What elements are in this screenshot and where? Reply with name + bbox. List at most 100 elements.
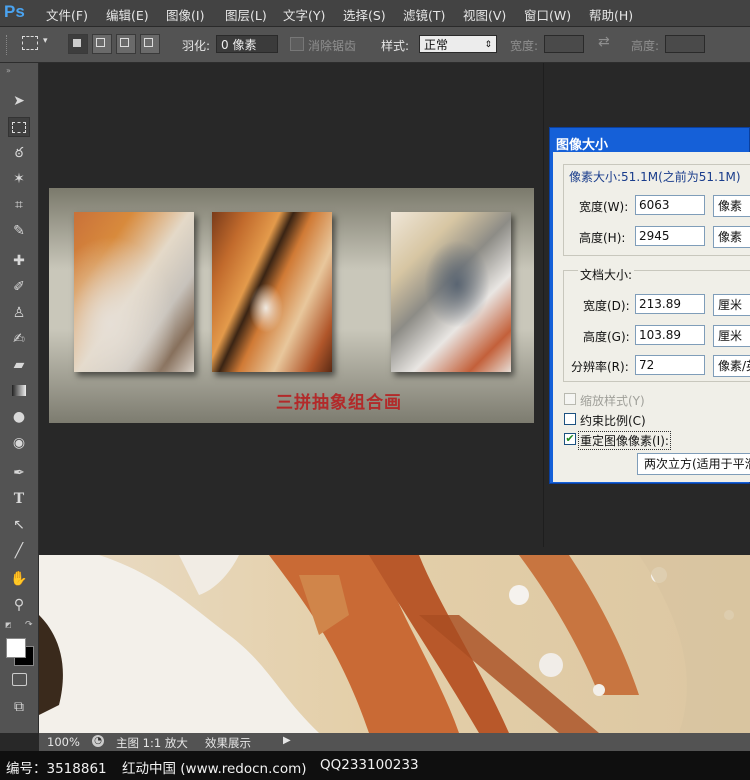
doc-height-unit-select[interactable]: 厘米 xyxy=(713,325,750,347)
art-panel-right xyxy=(391,212,511,372)
swap-colors-icon[interactable]: ↷ xyxy=(25,620,33,630)
menu-image[interactable]: 图像(I) xyxy=(166,5,204,24)
resample-label: 重定图像像素(I): xyxy=(578,431,671,450)
magic-wand-tool-icon[interactable]: ✶ xyxy=(8,169,30,189)
gradient-tool-icon[interactable] xyxy=(8,381,30,401)
brush-tool-icon[interactable]: ✐ xyxy=(8,277,30,297)
lasso-tool-icon[interactable]: ఠ xyxy=(8,143,30,163)
feather-input[interactable]: 0 像素 xyxy=(216,35,278,53)
style-label: 样式: xyxy=(381,39,410,53)
menu-help[interactable]: 帮助(H) xyxy=(589,5,633,24)
menu-bar: Ps 文件(F) 编辑(E) 图像(I) 图层(L) 文字(Y) 选择(S) 滤… xyxy=(0,0,750,27)
foreground-color-swatch[interactable] xyxy=(6,638,26,658)
type-tool-icon[interactable]: T xyxy=(8,489,30,509)
healing-brush-tool-icon[interactable]: ✚ xyxy=(8,251,30,271)
chevron-down-icon[interactable]: ▾ xyxy=(43,36,48,46)
move-tool-icon[interactable]: ➤ xyxy=(8,91,30,111)
document-tab-label[interactable]: 效果展示 xyxy=(205,735,251,751)
intersect-selection-icon[interactable] xyxy=(140,34,160,54)
width-label: 宽度: xyxy=(510,39,539,53)
menu-layer[interactable]: 图层(L) xyxy=(225,5,267,24)
quick-mask-icon[interactable] xyxy=(8,669,30,689)
zoom-level[interactable]: 100% xyxy=(47,735,80,749)
scale-styles-label: 缩放样式(Y) xyxy=(580,394,645,408)
width-label: 宽度(W): xyxy=(579,200,629,214)
height-input[interactable]: 2945 xyxy=(635,226,705,246)
play-right-icon[interactable]: ▶ xyxy=(283,735,291,746)
menu-filter[interactable]: 滤镜(T) xyxy=(403,5,445,24)
zoom-tool-icon[interactable]: ⚲ xyxy=(8,595,30,615)
screen-mode-icon[interactable]: ⧉ xyxy=(8,697,30,717)
doc-width-label: 宽度(D): xyxy=(583,299,630,313)
photoshop-logo: Ps xyxy=(4,2,25,21)
feather-label: 羽化: xyxy=(182,39,211,53)
clone-stamp-tool-icon[interactable]: ♙ xyxy=(8,303,30,323)
document-zoomed-view[interactable] xyxy=(39,555,750,733)
dodge-tool-icon[interactable]: ◉ xyxy=(8,433,30,453)
artwork-caption: 三拼抽象组合画 xyxy=(276,393,402,413)
doc-width-input[interactable]: 213.89 xyxy=(635,294,705,314)
menu-type[interactable]: 文字(Y) xyxy=(283,5,325,24)
doc-width-unit-select[interactable]: 厘米 xyxy=(713,294,750,316)
toolbox: » ➤ ఠ ✶ ⌗ ✎ ✚ ✐ ♙ ✍ ▰ ● ◉ ✒ T ↖ ╱ ✋ ⚲ ◩ … xyxy=(0,63,39,733)
status-bar: 100% ◔ 主图 1:1 放大 效果展示 ▶ xyxy=(39,733,750,751)
resample-checkbox[interactable]: ✔ xyxy=(564,433,576,445)
history-brush-tool-icon[interactable]: ✍ xyxy=(8,329,30,349)
constrain-proportions-label: 约束比例(C) xyxy=(580,414,646,428)
image-size-dialog: 图像大小 像素大小:51.1M(之前为51.1M) 宽度(W): 6063 像素… xyxy=(549,127,750,484)
add-selection-icon[interactable] xyxy=(92,34,112,54)
height-label: 高度(H): xyxy=(579,231,626,245)
hand-tool-icon[interactable]: ✋ xyxy=(8,569,30,589)
height-label: 高度: xyxy=(631,39,660,53)
width-unit-select[interactable]: 像素 xyxy=(713,195,750,217)
antialias-checkbox[interactable] xyxy=(290,37,304,51)
resample-method-select[interactable]: 两次立方(适用于平滑渐变) xyxy=(637,453,750,475)
menu-window[interactable]: 窗口(W) xyxy=(524,5,571,24)
doc-height-label: 高度(G): xyxy=(583,330,630,344)
pixel-size-label: 像素大小:51.1M(之前为51.1M) xyxy=(567,168,743,185)
rect-marquee-tool-icon[interactable] xyxy=(8,117,30,137)
scale-styles-checkbox[interactable] xyxy=(564,393,576,405)
resolution-input[interactable]: 72 xyxy=(635,355,705,375)
qq-contact: QQ233100233 xyxy=(320,757,419,773)
width-input[interactable] xyxy=(544,35,584,53)
style-select[interactable]: 正常 ⇕ xyxy=(419,35,497,53)
style-select-value: 正常 xyxy=(424,38,449,52)
info-icon[interactable]: ◔ xyxy=(92,735,104,747)
new-selection-icon[interactable] xyxy=(68,34,88,54)
height-unit-select[interactable]: 像素 xyxy=(713,226,750,248)
doc-height-input[interactable]: 103.89 xyxy=(635,325,705,345)
blur-tool-icon[interactable]: ● xyxy=(8,407,30,427)
doc-size-label: 文档大小: xyxy=(578,266,635,283)
dialog-body: 像素大小:51.1M(之前为51.1M) 宽度(W): 6063 像素 高度(H… xyxy=(553,152,750,482)
menu-file[interactable]: 文件(F) xyxy=(46,5,88,24)
collapse-icon[interactable]: » xyxy=(6,66,11,75)
subtract-selection-icon[interactable] xyxy=(116,34,136,54)
antialias-label: 消除锯齿 xyxy=(308,39,357,53)
crop-tool-icon[interactable]: ⌗ xyxy=(8,195,30,215)
art-panel-center xyxy=(212,212,332,372)
art-panel-left xyxy=(74,212,194,372)
eraser-tool-icon[interactable]: ▰ xyxy=(8,355,30,375)
updown-icon: ⇕ xyxy=(484,40,492,50)
menu-edit[interactable]: 编辑(E) xyxy=(106,5,149,24)
eyedropper-tool-icon[interactable]: ✎ xyxy=(8,221,30,241)
path-selection-tool-icon[interactable]: ↖ xyxy=(8,515,30,535)
height-input[interactable] xyxy=(665,35,705,53)
menu-view[interactable]: 视图(V) xyxy=(463,5,506,24)
artwork-preview: 三拼抽象组合画 xyxy=(49,188,534,423)
document-label: 主图 1:1 放大 xyxy=(116,736,188,750)
width-input[interactable]: 6063 xyxy=(635,195,705,215)
default-colors-icon[interactable]: ◩ xyxy=(5,621,13,629)
dialog-title: 图像大小 xyxy=(556,138,609,153)
swap-arrows-icon[interactable]: ⇄ xyxy=(598,34,610,50)
line-tool-icon[interactable]: ╱ xyxy=(8,541,30,561)
marquee-tool-preset-icon[interactable] xyxy=(22,36,38,50)
resolution-unit-select[interactable]: 像素/英寸 xyxy=(713,355,750,377)
image-id: 编号：3518861 xyxy=(6,761,107,777)
watermark-footer: 编号：3518861 红动中国 (www.redocn.com) QQ23310… xyxy=(0,751,750,780)
pen-tool-icon[interactable]: ✒ xyxy=(8,463,30,483)
options-bar: ▾ 羽化: 0 像素 消除锯齿 样式: 正常 ⇕ 宽度: ⇄ 高度: xyxy=(0,27,750,63)
menu-select[interactable]: 选择(S) xyxy=(343,5,386,24)
constrain-proportions-checkbox[interactable] xyxy=(564,413,576,425)
